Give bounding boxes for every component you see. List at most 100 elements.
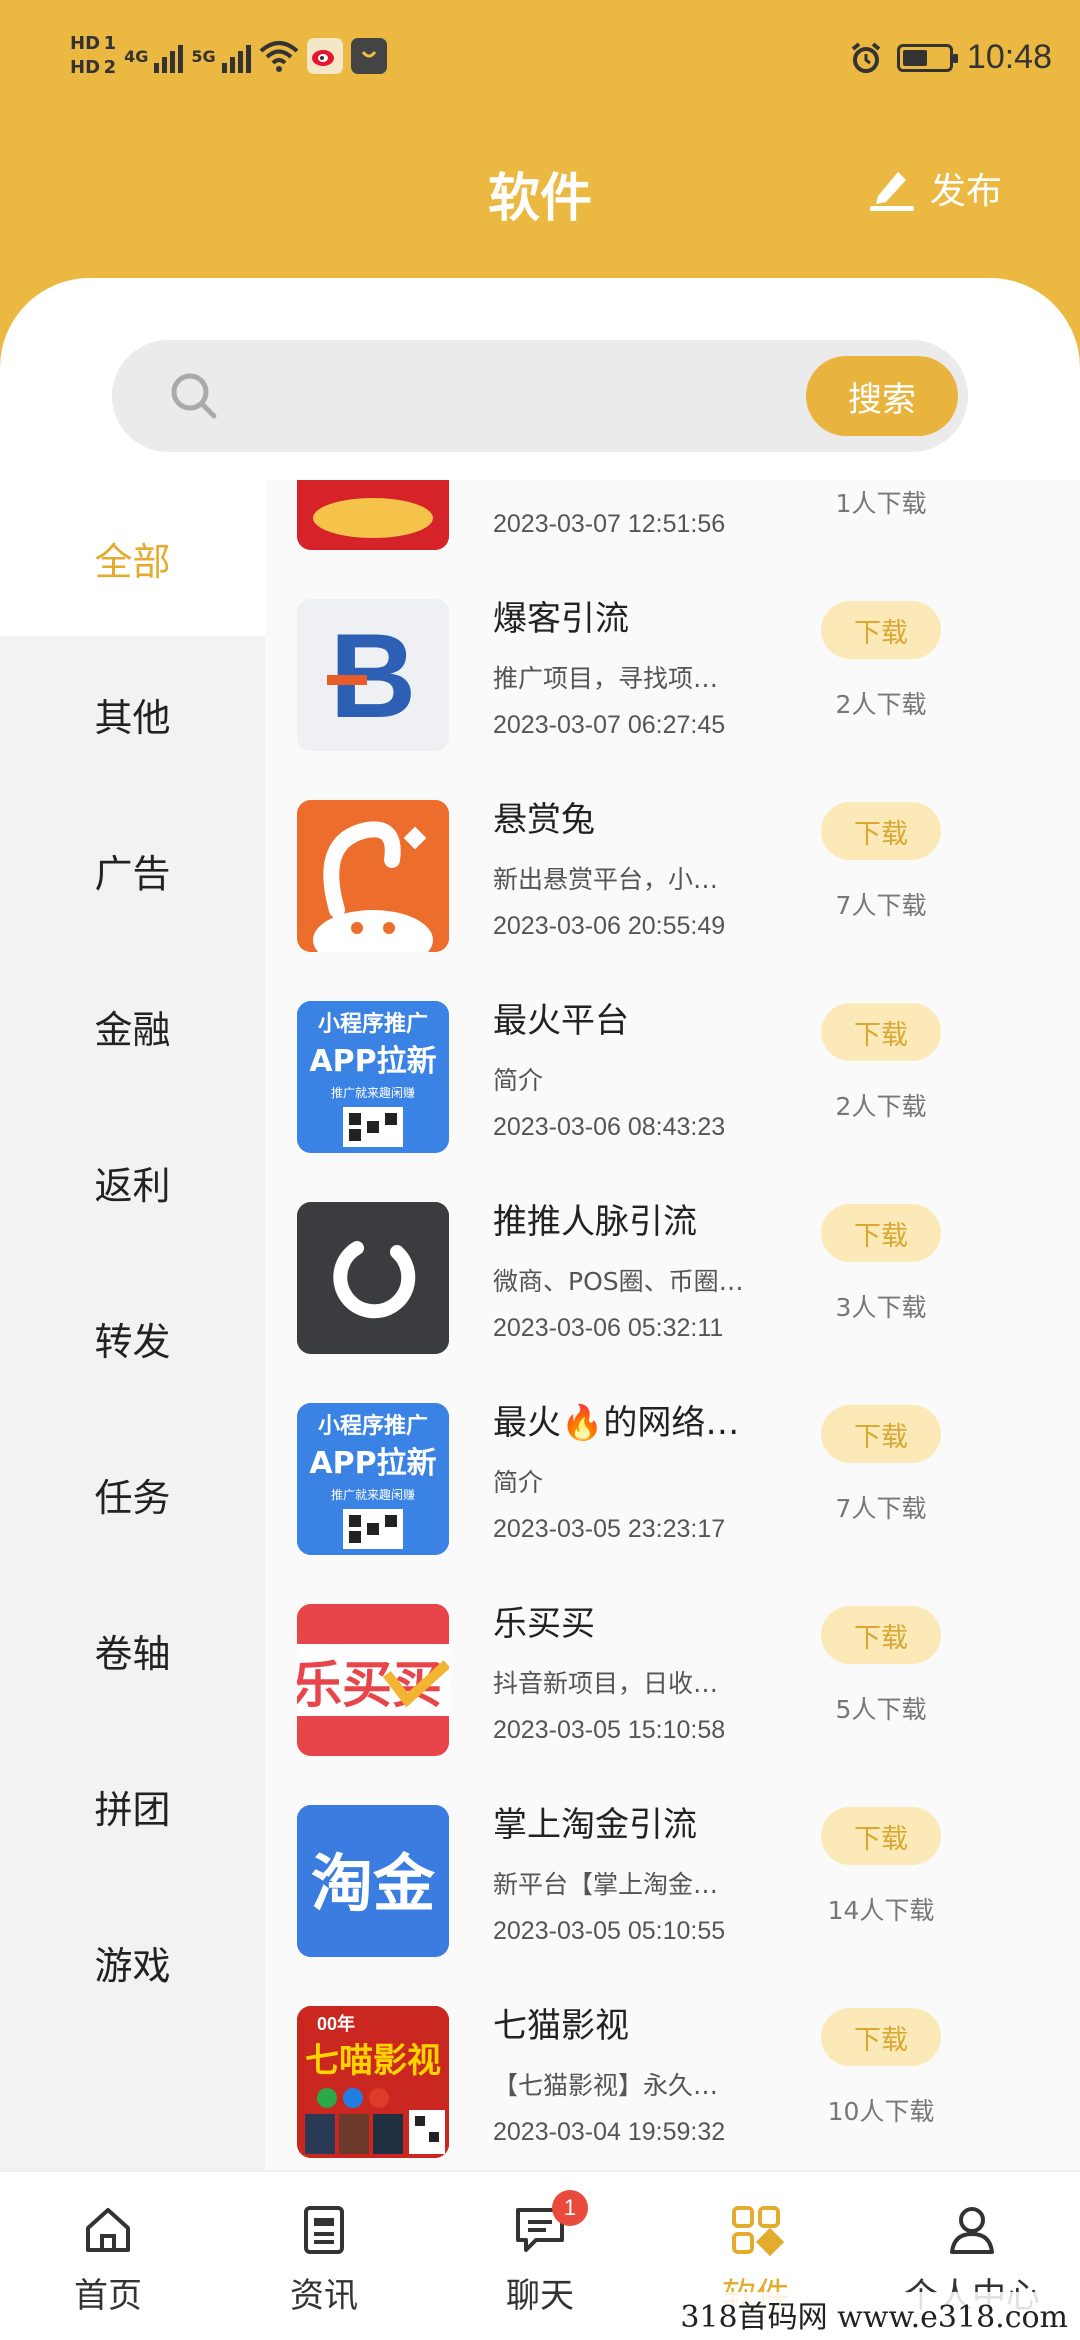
signal-1-icon [154,39,184,73]
app-title: 乐买买 [493,1604,595,1644]
category-ads[interactable]: 广告 [0,792,265,948]
app-title: 七猫影视 [493,2006,629,2046]
app-date: 2023-03-06 05:32:11 [493,1314,724,1342]
battery-icon [896,43,958,72]
svg-text:推广就来趣闲赚: 推广就来趣闲赚 [331,1085,415,1100]
app-description: 微商、POS圈、币圈… [493,1267,744,1296]
category-scroll[interactable]: 卷轴 [0,1572,265,1728]
download-count: 10人下载 [827,2097,935,2126]
list-item[interactable]: 00年 七喵影视 七猫影视 【七猫影视】永久… 2023-03-04 19:59… [265,1968,1080,2169]
download-button[interactable]: 下载 [821,1606,941,1664]
sim2-label: HD 2 [70,57,117,78]
alarm-icon [851,41,881,73]
list-item[interactable]: 悬赏兔 新出悬赏平台，小… 2023-03-06 20:55:49 下载 7人下… [265,762,1080,963]
app-title: 最火平台 [493,1001,629,1041]
app-description: 新出悬赏平台，小… [493,865,719,894]
svg-text:APP拉新: APP拉新 [309,1044,436,1079]
download-count: 2人下载 [835,1092,927,1121]
list-item[interactable]: B 爆客引流 推广项目，寻找项… 2023-03-07 06:27:45 下载 … [265,561,1080,762]
category-tasks[interactable]: 任务 [0,1416,265,1572]
category-finance[interactable]: 金融 [0,948,265,1104]
category-games[interactable]: 游戏 [0,1884,265,2040]
search-input[interactable] [242,360,802,432]
publish-button[interactable]: 发布 [868,162,1002,214]
signal-2-icon [221,39,251,73]
app-description: 推广项目，寻找项… [493,664,719,693]
bag-app-icon [350,38,387,74]
search-icon [171,373,217,419]
list-item[interactable]: 小程序推广 APP拉新 推广就来趣闲赚 最火平台 简介 2023-03-06 0… [265,963,1080,1164]
list-item[interactable]: 小程序推广 APP拉新 推广就来趣闲赚 最火🔥的网络… 简介 2023-03-0… [265,1365,1080,1566]
download-count: 14人下载 [827,1896,935,1925]
download-button[interactable]: 下载 [821,601,941,659]
search-button[interactable]: 搜索 [806,356,958,436]
app-title: 掌上淘金引流 [493,1805,697,1845]
download-count: 7人下载 [835,891,927,920]
download-count: 1人下载 [835,489,927,518]
search-bar: 搜索 [112,340,968,452]
app-thumbnail [297,800,449,952]
category-group-buy[interactable]: 拼团 [0,1728,265,1884]
svg-text:七喵影视: 七喵影视 [305,2041,441,2081]
list-item[interactable]: 推推人脉引流 微商、POS圈、币圈… 2023-03-06 05:32:11 下… [265,1164,1080,1365]
list-item[interactable]: 2023-03-07 12:51:56 下载 1人下载 [265,480,1080,561]
app-description: 新平台【掌上淘金… [493,1870,719,1899]
app-thumbnail: 乐买买 [297,1604,449,1756]
status-right: 10:48 [849,38,1052,77]
app-title: 推推人脉引流 [493,1202,697,1242]
edit-pen-icon [869,172,914,211]
sim-labels: HD 1 HD 2 [70,32,116,80]
title-bar: 软件 发布 [0,140,1080,240]
nav-news-label: 资讯 [290,2276,358,2316]
download-button[interactable]: 下载 [821,1405,941,1463]
chat-icon-wrap: 1 [512,2190,588,2258]
app-description: 简介 [493,1468,544,1497]
download-button[interactable]: 下载 [821,1807,941,1865]
app-date: 2023-03-07 06:27:45 [493,711,726,739]
app-date: 2023-03-05 15:10:58 [493,1716,726,1744]
battery-tip [952,53,958,63]
nav-news[interactable]: 资讯 [216,2172,432,2340]
app-date: 2023-03-07 12:51:56 [493,510,726,538]
list-item[interactable]: 淘金 掌上淘金引流 新平台【掌上淘金… 2023-03-05 05:10:55 … [265,1767,1080,1968]
nav-home[interactable]: 首页 [0,2172,216,2340]
app-title: 最火🔥的网络… [493,1403,740,1443]
apps-icon [732,2206,784,2257]
app-date: 2023-03-04 19:59:32 [493,2118,726,2146]
svg-text:小程序推广: 小程序推广 [318,1011,428,1037]
app-thumbnail: 小程序推广 APP拉新 推广就来趣闲赚 [297,1001,449,1153]
watermark: 318首码网 www.e318.com [674,2292,1074,2336]
app-title: 悬赏兔 [493,800,595,840]
category-rebate[interactable]: 返利 [0,1104,265,1260]
status-bar: HD 1 HD 2 4G 5G 10:48 [0,0,1080,120]
nav-chat[interactable]: 1 聊天 [432,2172,648,2340]
category-sidebar: 全部 其他 广告 金融 返利 转发 任务 卷轴 拼团 游戏 [0,480,265,2170]
list-item[interactable]: 乐买买 乐买买 抖音新项目，日收… 2023-03-05 15:10:58 下载… [265,1566,1080,1767]
status-time: 10:48 [966,38,1052,76]
download-button[interactable]: 下载 [821,802,941,860]
app-screen: HD 1 HD 2 4G 5G 10:48 软件 发布 搜索 全部 其他 广告 … [0,0,1080,2340]
category-forward[interactable]: 转发 [0,1260,265,1416]
app-thumbnail: 小程序推广 APP拉新 推广就来趣闲赚 [297,1403,449,1555]
app-thumbnail: B [297,599,449,751]
network-5g-label: 5G [191,46,216,66]
download-button[interactable]: 下载 [821,2008,941,2066]
app-thumbnail [297,1202,449,1354]
download-count: 7人下载 [835,1494,927,1523]
download-count: 5人下载 [835,1695,927,1724]
category-other[interactable]: 其他 [0,636,265,792]
app-thumbnail: 淘金 [297,1805,449,1957]
nav-chat-label: 聊天 [506,2276,574,2316]
svg-text:00年: 00年 [317,2013,355,2034]
download-button[interactable]: 下载 [821,1204,941,1262]
svg-text:淘金: 淘金 [311,1847,436,1920]
status-left: HD 1 HD 2 4G 5G [70,32,387,80]
app-thumbnail [297,480,449,550]
publish-label: 发布 [929,171,1002,212]
battery-fill [902,49,927,66]
category-all[interactable]: 全部 [0,480,265,636]
app-description: 抖音新项目，日收… [493,1669,719,1698]
download-button[interactable]: 下载 [821,1003,941,1061]
download-count: 2人下载 [835,690,927,719]
app-description: 简介 [493,1066,544,1095]
